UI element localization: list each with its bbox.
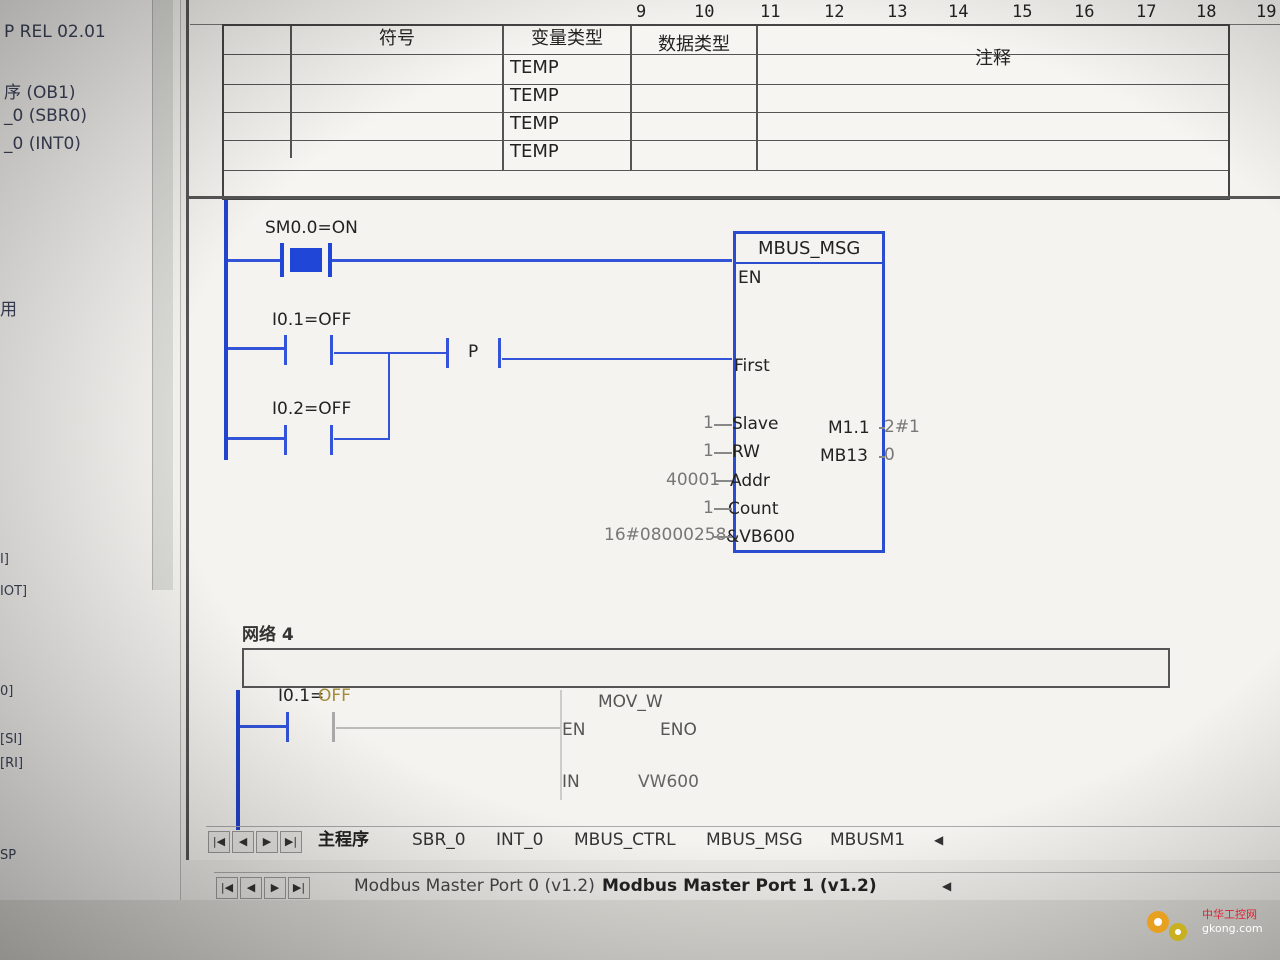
col-header-data-type[interactable]: 数据类型 [632, 32, 756, 60]
tab-sbr0[interactable]: SBR_0 [412, 827, 466, 853]
ruler-tick: 9 [636, 2, 647, 22]
var-type-cell[interactable]: TEMP [510, 113, 559, 134]
count-value[interactable]: 1 [703, 498, 714, 518]
ruler-tick: 17 [1136, 2, 1157, 22]
mov-w-in-value[interactable]: VW600 [638, 772, 699, 792]
tree-item-a[interactable]: I] [0, 552, 9, 567]
pin-addr: Addr [730, 471, 770, 491]
pin-error: MB13 [820, 446, 868, 466]
var-type-cell[interactable]: TEMP [510, 57, 559, 78]
local-variable-table: 符号 变量类型 数据类型 注释 TEMP TEMP TEMP TEMP [222, 24, 1230, 200]
pin-rw: RW [732, 442, 760, 462]
tab-int0[interactable]: INT_0 [496, 827, 543, 853]
tree-item-e[interactable]: [RI] [0, 756, 23, 771]
contact-sm00-label: SM0.0=ON [265, 218, 358, 238]
tab-mbus-msg[interactable]: MBUS_MSG [706, 827, 803, 853]
mov-w-block[interactable]: MOV_W EN ENO IN VW600 [560, 690, 750, 800]
positive-transition-contact[interactable]: P [446, 338, 502, 368]
network4-comment-box[interactable] [242, 648, 1170, 688]
watermark-url: gkong.com [1202, 922, 1263, 935]
tree-version-label: P REL 02.01 [4, 22, 106, 42]
lib-scroll-left-icon[interactable]: ◀ [942, 873, 951, 899]
mov-w-in: IN [562, 772, 580, 792]
addr-value[interactable]: 40001 [666, 470, 720, 490]
ruler-tick: 12 [824, 2, 845, 22]
p-label: P [468, 342, 479, 362]
tab-first-button[interactable]: |◀ [208, 831, 230, 853]
slave-value[interactable]: 1 [703, 413, 714, 433]
tab-main[interactable]: 主程序 [318, 827, 369, 853]
power-rail [224, 200, 228, 460]
ruler-tick: 11 [760, 2, 781, 22]
ruler-tick: 19 [1256, 2, 1277, 22]
contact-sm00[interactable] [280, 243, 332, 277]
pin-done: M1.1 [828, 418, 870, 438]
mov-w-eno: ENO [660, 720, 697, 740]
contact-n4-state: OFF [318, 686, 351, 706]
pin-count: Count [728, 499, 779, 519]
project-tree-panel: P REL 02.01 序 (OB1) _0 (SBR0) _0 (INT0) … [0, 0, 181, 900]
ruler-tick: 13 [887, 2, 908, 22]
tab-scroll-left-icon[interactable]: ◀ [934, 827, 943, 853]
contact-i02-label: I0.2=OFF [272, 399, 352, 419]
ruler-tick: 16 [1074, 2, 1095, 22]
tab-mbusm1[interactable]: MBUSM1 [830, 827, 905, 853]
mbus-msg-block[interactable]: MBUS_MSG EN First Slave RW Addr Count &V… [726, 231, 885, 553]
program-tab-bar: |◀ ◀ ▶ ▶| 主程序 SBR_0 INT_0 MBUS_CTRL MBUS… [206, 826, 1280, 857]
tree-item-c[interactable]: 0] [0, 684, 13, 699]
tree-item-main[interactable]: 序 (OB1) [4, 78, 76, 103]
tree-item-b[interactable]: IOT] [0, 584, 27, 599]
dataptr-value[interactable]: 16#08000258 [604, 525, 726, 545]
contact-i02[interactable] [284, 425, 336, 455]
tab-modbus-port1[interactable]: Modbus Master Port 1 (v1.2) [602, 873, 877, 899]
tree-item-int0[interactable]: _0 (INT0) [4, 134, 81, 154]
status-area [0, 900, 1280, 960]
screen: P REL 02.01 序 (OB1) _0 (SBR0) _0 (INT0) … [0, 0, 1280, 960]
contact-i01[interactable] [284, 335, 336, 365]
tree-item-lib[interactable]: 用 [0, 295, 17, 320]
col-header-var-type[interactable]: 变量类型 [504, 26, 630, 54]
lib-prev-button[interactable]: ◀ [240, 877, 262, 899]
col-header-comment[interactable]: 注释 [758, 46, 1228, 74]
block-title: MBUS_MSG [758, 238, 861, 259]
tree-item-sbr0[interactable]: _0 (SBR0) [4, 106, 87, 126]
column-ruler: 9 10 11 12 13 14 15 16 17 18 19 [190, 0, 1280, 25]
watermark-cn: 中华工控网 [1202, 908, 1257, 921]
pin-first: First [734, 356, 770, 376]
mov-w-title: MOV_W [598, 692, 663, 712]
tab-prev-button[interactable]: ◀ [232, 831, 254, 853]
tab-modbus-port0[interactable]: Modbus Master Port 0 (v1.2) [354, 873, 595, 899]
var-type-cell[interactable]: TEMP [510, 85, 559, 106]
library-tab-bar: |◀ ◀ ▶ ▶| Modbus Master Port 0 (v1.2) Mo… [214, 872, 1280, 903]
gkong-watermark: 中华工控网 gkong.com [1140, 900, 1270, 950]
tree-item-d[interactable]: [SI] [0, 732, 22, 747]
ruler-tick: 14 [948, 2, 969, 22]
rw-value[interactable]: 1 [703, 441, 714, 461]
table-divider [186, 196, 1280, 199]
ruler-tick: 15 [1012, 2, 1033, 22]
tab-last-button[interactable]: ▶| [280, 831, 302, 853]
mov-w-en: EN [562, 720, 586, 740]
pin-en: EN [738, 268, 762, 288]
tree-scrollbar[interactable] [152, 0, 173, 590]
pin-slave: Slave [732, 414, 779, 434]
contact-i01-label: I0.1=OFF [272, 310, 352, 330]
contact-n4[interactable] [286, 712, 336, 742]
tab-next-button[interactable]: ▶ [256, 831, 278, 853]
power-rail-2 [236, 690, 240, 830]
ruler-tick: 10 [694, 2, 715, 22]
lib-next-button[interactable]: ▶ [264, 877, 286, 899]
network4-title[interactable]: 网络 4 [242, 620, 294, 645]
tree-item-f[interactable]: SP [0, 848, 16, 863]
ruler-tick: 18 [1196, 2, 1217, 22]
var-type-cell[interactable]: TEMP [510, 141, 559, 162]
pin-dataptr: &VB600 [726, 527, 795, 547]
done-value[interactable]: 2#1 [884, 417, 920, 437]
error-value[interactable]: 0 [884, 445, 895, 465]
col-header-symbol[interactable]: 符号 [292, 26, 502, 54]
lib-first-button[interactable]: |◀ [216, 877, 238, 899]
tab-mbus-ctrl[interactable]: MBUS_CTRL [574, 827, 676, 853]
lib-last-button[interactable]: ▶| [288, 877, 310, 899]
gear-icon [1147, 911, 1187, 941]
